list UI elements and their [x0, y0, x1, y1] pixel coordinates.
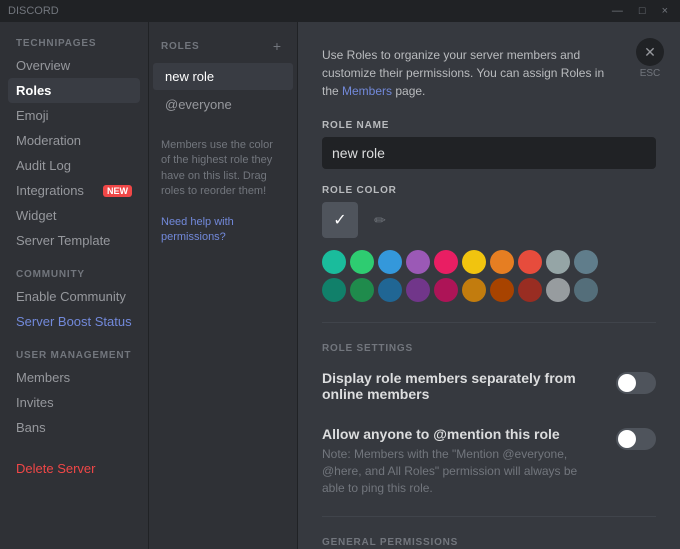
app-title: DISCORD	[8, 5, 59, 17]
color-grid	[322, 250, 598, 302]
color-swatch[interactable]	[546, 250, 570, 274]
section-label-user-management: USER MANAGEMENT	[8, 350, 140, 361]
color-swatch[interactable]	[322, 250, 346, 274]
color-swatch[interactable]	[350, 278, 374, 302]
divider-2	[322, 516, 656, 517]
roles-header-label: ROLES	[161, 41, 199, 52]
sidebar: TECHNIPAGES Overview Roles Emoji Moderat…	[0, 22, 148, 549]
color-swatch[interactable]	[378, 250, 402, 274]
color-swatch[interactable]	[462, 278, 486, 302]
sidebar-item-server-template[interactable]: Server Template	[8, 228, 140, 253]
color-swatch[interactable]	[462, 250, 486, 274]
role-item-new-role[interactable]: new role	[153, 63, 293, 90]
roles-panel: ROLES + new role @everyone Members use t…	[148, 22, 298, 549]
section-label-community: COMMUNITY	[8, 269, 140, 280]
setting-mention-title: Allow anyone to @mention this role	[322, 426, 600, 442]
section-label-technipages: TECHNIPAGES	[8, 38, 140, 49]
color-swatch[interactable]	[406, 250, 430, 274]
setting-display-separately: Display role members separately from onl…	[322, 370, 656, 406]
toggle-display-separately[interactable]	[616, 372, 656, 394]
members-link[interactable]: Members	[342, 84, 392, 98]
color-swatch[interactable]	[322, 278, 346, 302]
color-swatch[interactable]	[518, 278, 542, 302]
color-swatch[interactable]	[546, 278, 570, 302]
role-settings-label: ROLE SETTINGS	[322, 343, 656, 354]
setting-display-title: Display role members separately from onl…	[322, 370, 600, 402]
setting-mention-desc: Note: Members with the "Mention @everyon…	[322, 446, 600, 496]
title-bar: DISCORD — □ ×	[0, 0, 680, 22]
color-swatch[interactable]	[434, 250, 458, 274]
color-swatch[interactable]	[574, 250, 598, 274]
checkmark-icon: ✓	[333, 210, 346, 230]
sidebar-item-server-boost-status[interactable]: Server Boost Status	[8, 309, 140, 334]
sidebar-item-bans[interactable]: Bans	[8, 415, 140, 440]
setting-allow-mention: Allow anyone to @mention this role Note:…	[322, 426, 656, 496]
color-picker-button[interactable]: ✏	[366, 206, 394, 234]
sidebar-item-enable-community[interactable]: Enable Community	[8, 284, 140, 309]
close-window-btn[interactable]: ×	[658, 5, 672, 17]
role-item-everyone[interactable]: @everyone	[153, 91, 293, 118]
divider-1	[322, 322, 656, 323]
new-badge: NEW	[103, 185, 132, 197]
sidebar-item-members[interactable]: Members	[8, 365, 140, 390]
maximize-btn[interactable]: □	[635, 5, 650, 17]
sidebar-item-widget[interactable]: Widget	[8, 203, 140, 228]
role-color-label: ROLE COLOR	[322, 185, 656, 196]
esc-label: ESC	[640, 68, 661, 79]
sidebar-item-invites[interactable]: Invites	[8, 390, 140, 415]
color-swatch[interactable]	[406, 278, 430, 302]
roles-info-text: Members use the color of the highest rol…	[149, 126, 297, 258]
window-controls: — □ ×	[608, 5, 672, 17]
sidebar-item-roles[interactable]: Roles	[8, 78, 140, 103]
color-swatch[interactable]	[350, 250, 374, 274]
role-name-input[interactable]	[322, 137, 656, 169]
sidebar-item-delete-server[interactable]: Delete Server	[8, 456, 140, 481]
color-swatch[interactable]	[518, 250, 542, 274]
toggle-allow-mention[interactable]	[616, 428, 656, 450]
color-swatch[interactable]	[490, 250, 514, 274]
minimize-btn[interactable]: —	[608, 5, 627, 17]
sidebar-item-moderation[interactable]: Moderation	[8, 128, 140, 153]
color-swatch[interactable]	[574, 278, 598, 302]
color-swatch[interactable]	[434, 278, 458, 302]
color-row: ✓ ✏	[322, 202, 656, 302]
role-name-label: ROLE NAME	[322, 120, 656, 131]
sidebar-item-overview[interactable]: Overview	[8, 53, 140, 78]
roles-add-button[interactable]: +	[269, 38, 285, 54]
general-permissions-label: GENERAL PERMISSIONS	[322, 537, 656, 548]
roles-help-link[interactable]: Need help with permissions?	[161, 216, 234, 243]
main-content: ✕ ESC Use Roles to organize your server …	[298, 22, 680, 549]
sidebar-item-emoji[interactable]: Emoji	[8, 103, 140, 128]
color-selected-swatch[interactable]: ✓	[322, 202, 358, 238]
sidebar-item-audit-log[interactable]: Audit Log	[8, 153, 140, 178]
sidebar-item-integrations[interactable]: Integrations NEW	[8, 178, 140, 203]
color-swatch[interactable]	[378, 278, 402, 302]
close-button[interactable]: ✕	[636, 38, 664, 66]
close-area: ✕ ESC	[636, 38, 664, 79]
color-swatch[interactable]	[490, 278, 514, 302]
info-bar: Use Roles to organize your server member…	[322, 46, 656, 100]
